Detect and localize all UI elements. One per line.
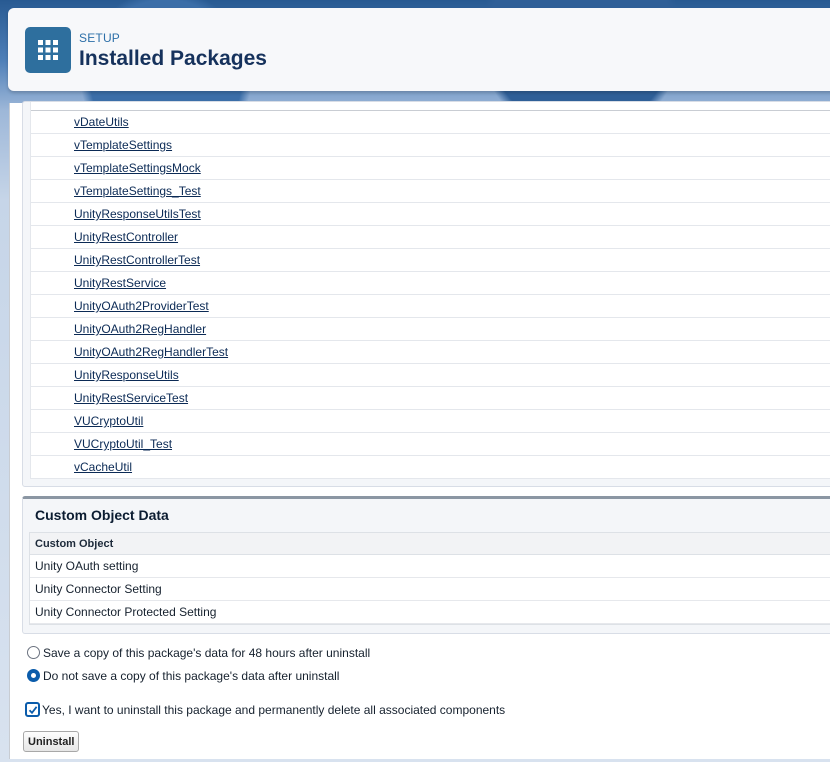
- custom-object-name: Unity OAuth setting: [35, 559, 139, 573]
- component-link[interactable]: vCacheUtil: [74, 460, 132, 474]
- table-row: Unity OAuth setting: [30, 555, 830, 578]
- list-item: UnityResponseUtils: [31, 364, 830, 387]
- component-link[interactable]: UnityRestControllerTest: [74, 253, 200, 267]
- custom-object-data-section: Custom Object Data Custom Object Unity O…: [22, 496, 830, 634]
- no-save-radio[interactable]: [27, 669, 40, 682]
- package-components-section: vDateUtils vTemplateSettings vTemplateSett…: [22, 101, 830, 487]
- setup-header: SETUP Installed Packages: [8, 8, 830, 91]
- list-item: UnityRestControllerTest: [31, 249, 830, 272]
- column-header-custom-object: Custom Object: [35, 538, 114, 550]
- confirm-checkbox[interactable]: [25, 702, 40, 717]
- list-item: vCacheUtil: [31, 456, 830, 479]
- package-components-list: vDateUtils vTemplateSettings vTemplateSett…: [30, 102, 830, 479]
- save-copy-radio[interactable]: [27, 646, 40, 659]
- table-row: Unity Connector Protected Setting: [30, 601, 830, 624]
- component-link[interactable]: UnityResponseUtilsTest: [74, 207, 201, 221]
- component-link[interactable]: UnityOAuth2RegHandler: [74, 322, 206, 336]
- list-item: VUCryptoUtil: [31, 410, 830, 433]
- table-header: Custom Object: [30, 533, 830, 555]
- custom-object-table: Custom Object Unity OAuth setting Unity C…: [29, 532, 830, 625]
- uninstall-button[interactable]: Uninstall: [23, 731, 80, 752]
- component-link[interactable]: UnityOAuth2RegHandlerTest: [74, 345, 228, 359]
- checkmark-icon: [28, 706, 38, 715]
- component-link[interactable]: vTemplateSettings_Test: [74, 184, 201, 198]
- custom-object-name: Unity Connector Setting: [35, 582, 162, 596]
- grid-icon: [38, 40, 58, 60]
- custom-object-name: Unity Connector Protected Setting: [35, 605, 217, 619]
- list-item: UnityRestController: [31, 226, 830, 249]
- list-row-partial: [31, 102, 830, 111]
- component-link[interactable]: VUCryptoUtil_Test: [74, 437, 172, 451]
- component-link[interactable]: vDateUtils: [74, 115, 129, 129]
- list-item: UnityResponseUtilsTest: [31, 203, 830, 226]
- component-link[interactable]: UnityResponseUtils: [74, 368, 179, 382]
- component-link[interactable]: vTemplateSettings: [74, 138, 172, 152]
- list-item: vTemplateSettings_Test: [31, 180, 830, 203]
- page-title: Installed Packages: [79, 47, 267, 70]
- list-item: UnityRestService: [31, 272, 830, 295]
- list-item: vTemplateSettings: [31, 134, 830, 157]
- component-link[interactable]: vTemplateSettingsMock: [74, 161, 201, 175]
- component-link[interactable]: UnityOAuth2ProviderTest: [74, 299, 209, 313]
- component-link[interactable]: UnityRestServiceTest: [74, 391, 188, 405]
- component-link[interactable]: VUCryptoUtil: [74, 414, 143, 428]
- list-item: UnityOAuth2RegHandler: [31, 318, 830, 341]
- list-item: UnityOAuth2ProviderTest: [31, 295, 830, 318]
- save-copy-label[interactable]: Save a copy of this package's data for 4…: [43, 646, 370, 660]
- content-panel: vDateUtils vTemplateSettings vTemplateSett…: [9, 101, 830, 759]
- list-item: UnityOAuth2RegHandlerTest: [31, 341, 830, 364]
- component-link[interactable]: UnityRestController: [74, 230, 178, 244]
- app-launcher-tile[interactable]: [25, 27, 71, 73]
- list-item: vTemplateSettingsMock: [31, 157, 830, 180]
- list-item: VUCryptoUtil_Test: [31, 433, 830, 456]
- breadcrumb-setup[interactable]: SETUP: [79, 31, 120, 45]
- confirm-label[interactable]: Yes, I want to uninstall this package an…: [42, 703, 505, 717]
- section-title: Custom Object Data: [35, 507, 169, 523]
- no-save-label[interactable]: Do not save a copy of this package's dat…: [43, 669, 339, 683]
- list-item: vDateUtils: [31, 111, 830, 134]
- component-link[interactable]: UnityRestService: [74, 276, 166, 290]
- table-row: Unity Connector Setting: [30, 578, 830, 601]
- list-item: UnityRestServiceTest: [31, 387, 830, 410]
